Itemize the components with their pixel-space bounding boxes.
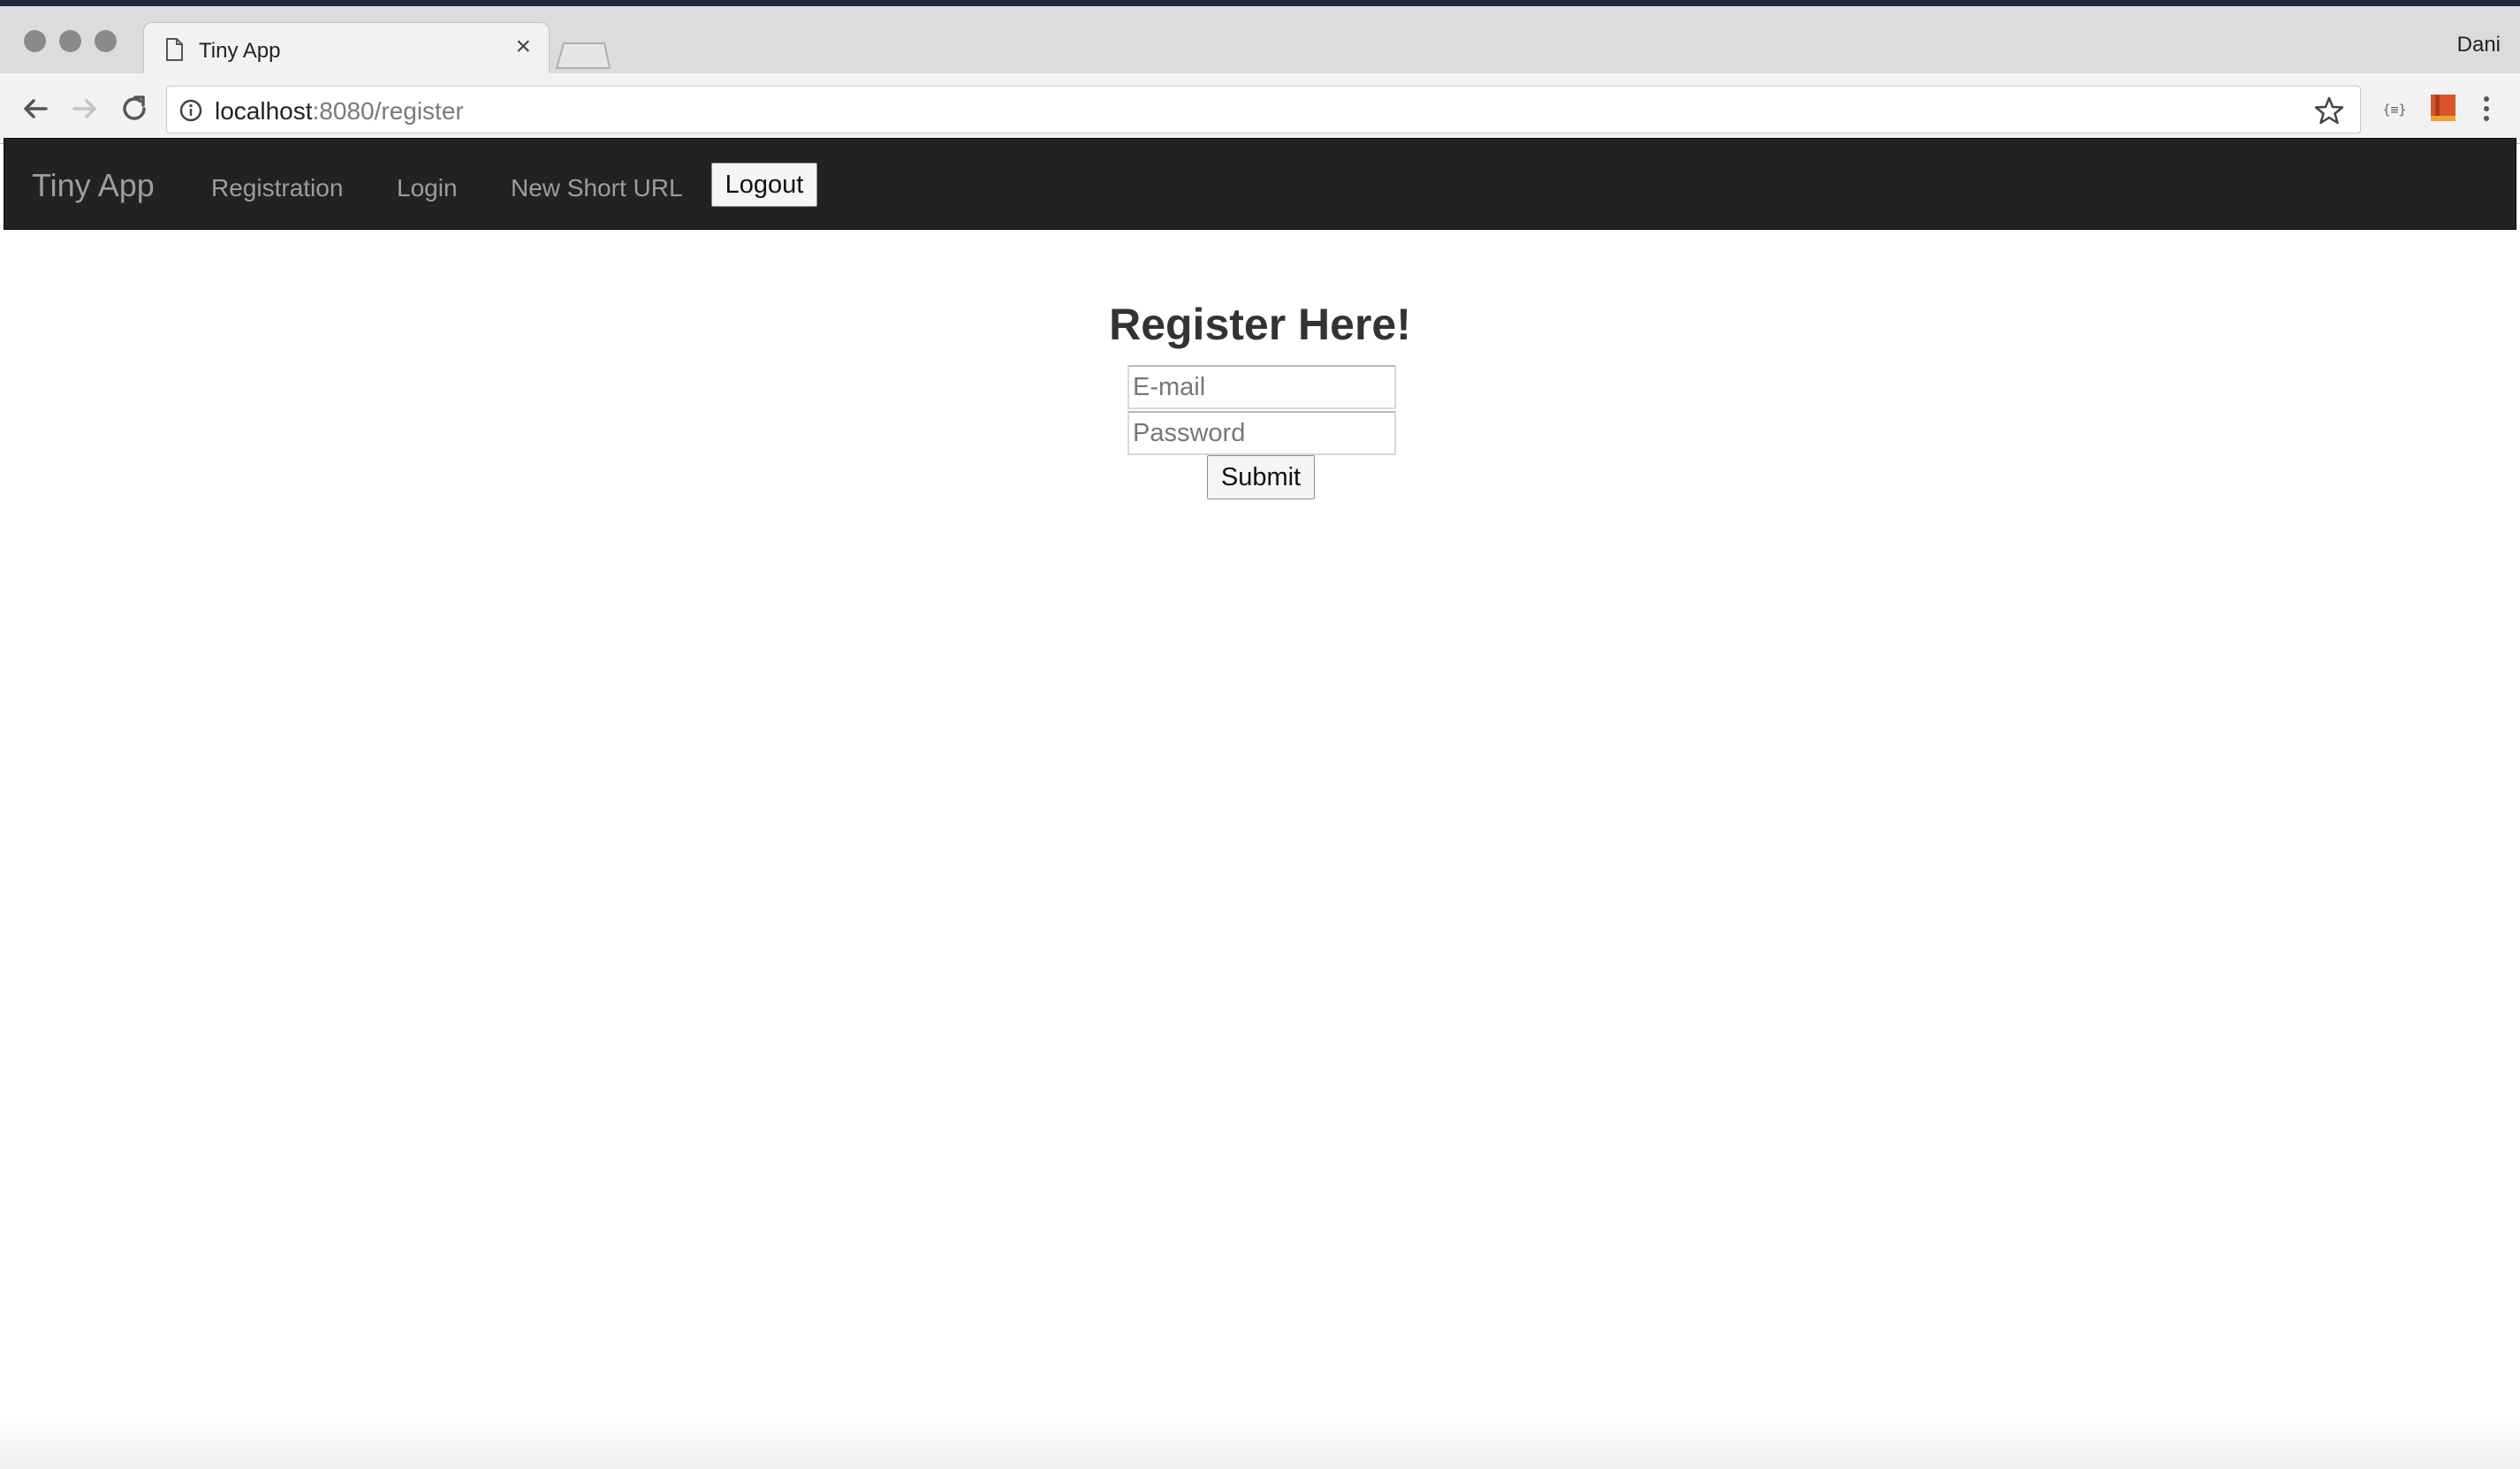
reload-icon[interactable] xyxy=(118,93,150,125)
menu-dots-icon[interactable] xyxy=(2474,93,2499,125)
nav-link-login[interactable]: Login xyxy=(397,174,458,202)
app-navbar: Tiny App Registration Login New Short UR… xyxy=(4,138,2516,230)
url-path: :8080/register xyxy=(312,97,464,125)
brand-link[interactable]: Tiny App xyxy=(32,167,155,204)
bookmark-extension-icon[interactable] xyxy=(2428,93,2458,125)
close-window-icon[interactable] xyxy=(24,30,46,52)
profile-name[interactable]: Dani xyxy=(2457,33,2501,57)
nav-link-new-short-url[interactable]: New Short URL xyxy=(511,174,683,202)
url-host: localhost xyxy=(215,97,313,125)
browser-window: Tiny App × Dani localhost:8080/register xyxy=(0,6,2520,1469)
page-bottom-edge xyxy=(0,1416,2520,1469)
submit-button[interactable]: Submit xyxy=(1207,455,1315,499)
page-title: Register Here! xyxy=(1109,300,1411,349)
logout-button[interactable]: Logout xyxy=(711,163,817,207)
svg-text:{≡}: {≡} xyxy=(2382,102,2406,118)
forward-arrow-icon[interactable] xyxy=(69,93,101,125)
address-bar[interactable]: localhost:8080/register xyxy=(166,86,2361,133)
back-arrow-icon[interactable] xyxy=(19,93,51,125)
tab-strip: Tiny App × Dani xyxy=(0,6,2520,75)
browser-toolbar: localhost:8080/register {≡} xyxy=(0,73,2520,144)
url-text: localhost:8080/register xyxy=(215,97,464,126)
password-field[interactable] xyxy=(1127,411,1396,455)
nav-link-registration[interactable]: Registration xyxy=(211,174,343,202)
email-field[interactable] xyxy=(1127,365,1396,409)
tab-title: Tiny App xyxy=(199,39,281,63)
tab-close-icon[interactable]: × xyxy=(515,34,531,60)
document-icon xyxy=(166,38,183,61)
minimize-window-icon[interactable] xyxy=(59,30,81,52)
zoom-window-icon[interactable] xyxy=(95,30,117,52)
json-viewer-extension-icon[interactable]: {≡} xyxy=(2379,93,2410,125)
info-icon[interactable] xyxy=(179,99,202,122)
browser-tab[interactable]: Tiny App × xyxy=(143,22,550,75)
new-tab-button[interactable] xyxy=(553,42,611,70)
bookmark-star-icon[interactable] xyxy=(2314,95,2344,126)
